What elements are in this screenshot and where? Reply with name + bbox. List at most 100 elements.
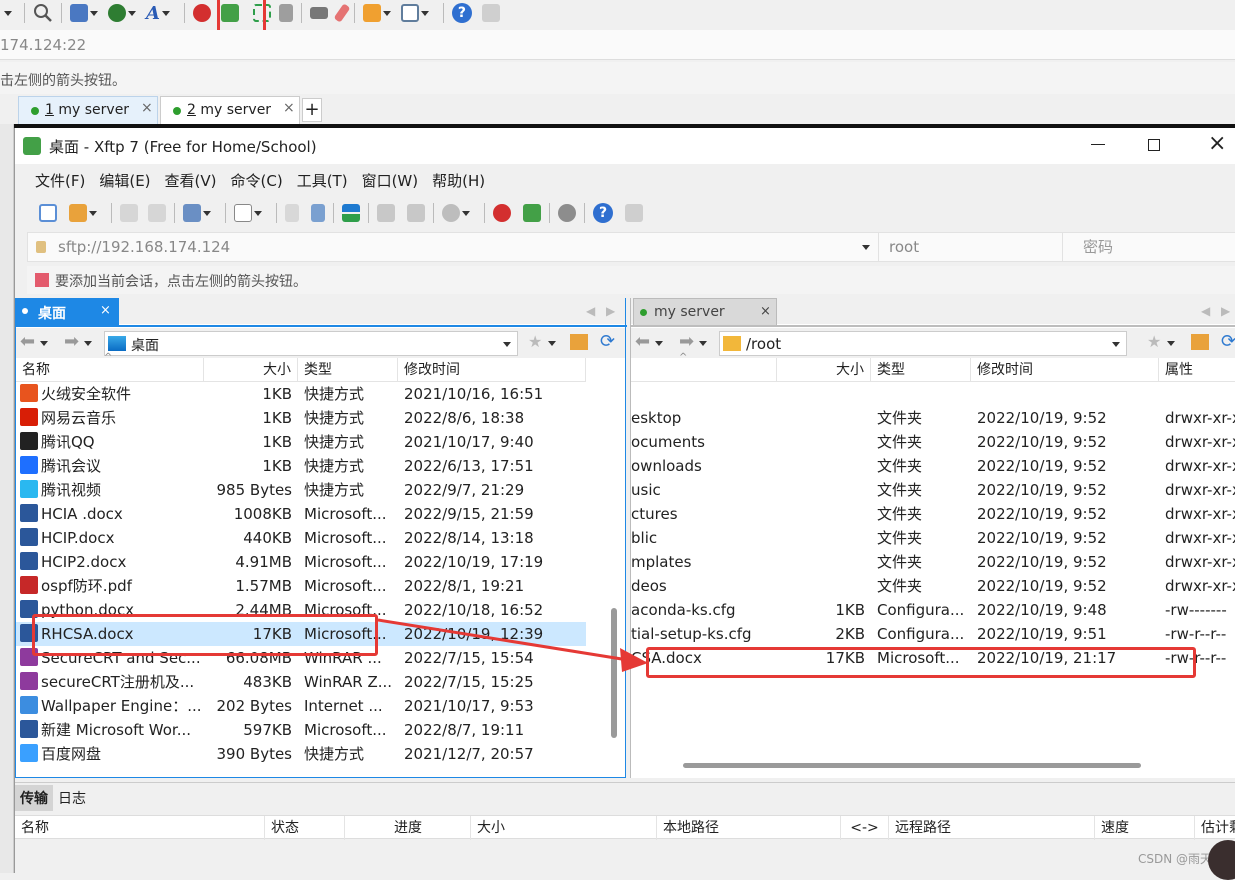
forward-icon[interactable]: ➡ (679, 331, 694, 352)
lock-button[interactable] (277, 0, 295, 26)
minimize-button[interactable] (1091, 144, 1105, 145)
table-row[interactable]: aconda-ks.cfg 1KB Configura... 2022/10/19, … (631, 598, 1235, 622)
col-speed[interactable]: 速度 (1095, 816, 1195, 840)
table-row[interactable]: deos 文件夹 2022/10/19, 9:52 drwxr-xr-x (631, 574, 1235, 598)
forward-icon[interactable]: ➡ (64, 331, 79, 352)
chevron-down-icon[interactable] (4, 10, 12, 16)
sync-button[interactable] (340, 200, 362, 226)
outer-tab-2[interactable]: 2 my server × (160, 96, 300, 124)
chevron-down-icon[interactable] (503, 342, 511, 347)
sftp-button[interactable] (68, 0, 106, 26)
username-input[interactable]: root (878, 233, 1062, 261)
new-session-button[interactable] (37, 200, 59, 226)
table-row[interactable]: HCIP2.docx 4.91MB Microsoft... 2022/10/19, … (16, 550, 586, 574)
star-icon[interactable]: ★ (528, 332, 542, 351)
chat-button[interactable] (480, 0, 502, 26)
outer-address-text[interactable]: 174.124:22 (0, 36, 86, 54)
col-size[interactable]: 大小 (204, 358, 298, 382)
star-icon[interactable]: ★ (1147, 332, 1161, 351)
col-local-path[interactable]: 本地路径 (657, 816, 841, 840)
duplicate-button[interactable] (405, 200, 427, 226)
table-row[interactable]: usic 文件夹 2022/10/19, 9:52 drwxr-xr-x (631, 478, 1235, 502)
table-row[interactable]: 腾讯QQ 1KB 快捷方式 2021/10/17, 9:40 (16, 430, 586, 454)
menu-window[interactable]: 窗口(W) (362, 170, 419, 191)
scroll-right-icon[interactable]: ▶ (1221, 304, 1230, 318)
bookmark-icon[interactable] (35, 273, 49, 287)
refresh-icon[interactable]: ⟳ (600, 331, 615, 352)
close-icon[interactable]: × (141, 100, 153, 116)
xshell-button[interactable] (491, 200, 513, 226)
home-icon[interactable] (1191, 334, 1209, 350)
chat-button[interactable] (623, 200, 645, 226)
col-remote-path[interactable]: 远程路径 (889, 816, 1095, 840)
table-row[interactable]: mplates 文件夹 2022/10/19, 9:52 drwxr-xr-x (631, 550, 1235, 574)
help-button[interactable]: ? (450, 0, 474, 26)
highlight-button[interactable] (333, 0, 351, 26)
password-input[interactable]: 密码 (1062, 233, 1235, 261)
refresh-icon[interactable]: ⟳ (1221, 331, 1235, 352)
table-row[interactable]: Wallpaper Engine：... 202 Bytes Internet ..… (16, 694, 586, 718)
col-type[interactable]: 类型 (871, 358, 971, 382)
import-button[interactable] (309, 200, 327, 226)
copy-button[interactable] (283, 200, 301, 226)
col-mtime[interactable]: 修改时间 (398, 358, 586, 382)
maximize-button[interactable] (1148, 139, 1160, 151)
col-status[interactable]: 状态 (265, 816, 345, 840)
table-row[interactable]: esktop 文件夹 2022/10/19, 9:52 drwxr-xr-x (631, 406, 1235, 430)
table-row[interactable]: 网易云音乐 1KB 快捷方式 2022/8/6, 18:38 (16, 406, 586, 430)
table-row[interactable]: 火绒安全软件 1KB 快捷方式 2021/10/16, 16:51 (16, 382, 586, 406)
table-row[interactable]: 百度网盘 390 Bytes 快捷方式 2021/12/7, 20:57 (16, 742, 586, 766)
home-icon[interactable] (570, 334, 588, 350)
table-row[interactable]: tial-setup-ks.cfg 2KB Configura... 2022/10/… (631, 622, 1235, 646)
table-row[interactable]: blic 文件夹 2022/10/19, 9:52 drwxr-xr-x (631, 526, 1235, 550)
table-row[interactable]: ocuments 文件夹 2022/10/19, 9:52 drwxr-xr-x (631, 430, 1235, 454)
left-path-input[interactable]: 桌面 (104, 331, 518, 356)
close-icon[interactable]: × (100, 303, 111, 318)
layout-button[interactable] (399, 0, 437, 26)
col-direction[interactable]: <-> (841, 816, 889, 840)
table-row[interactable]: ospf防环.pdf 1.57MB Microsoft... 2022/8/1, 19… (16, 574, 586, 598)
col-size[interactable]: 大小 (471, 816, 657, 840)
tab-transfer[interactable]: 传输 (15, 785, 53, 811)
table-row[interactable]: HCIA .docx 1008KB Microsoft... 2022/9/15, 2… (16, 502, 586, 526)
menu-edit[interactable]: 编辑(E) (99, 170, 150, 191)
col-type[interactable]: 类型 (298, 358, 398, 382)
xshell-button[interactable] (191, 0, 213, 26)
table-row[interactable]: 新建 Microsoft Wor... 597KB Microsoft... 2022… (16, 718, 586, 742)
right-hscrollbar[interactable] (631, 760, 1235, 770)
open-button[interactable] (67, 200, 105, 226)
menu-view[interactable]: 查看(V) (165, 170, 217, 191)
close-icon[interactable]: × (760, 304, 771, 319)
keyboard-button[interactable] (308, 0, 330, 26)
chevron-down-icon[interactable] (1112, 342, 1120, 347)
new-folder-button[interactable] (361, 0, 399, 26)
left-tab-desktop[interactable]: 桌面 × (16, 298, 119, 325)
outer-tab-1[interactable]: 1 my server × (18, 96, 158, 124)
xftp-button[interactable] (521, 200, 543, 226)
address-dropdown-icon[interactable] (862, 245, 870, 250)
col-name[interactable] (631, 358, 777, 382)
col-perm[interactable]: 属性 (1159, 358, 1235, 382)
status-button[interactable] (440, 200, 478, 226)
right-tab-server[interactable]: my server × (633, 298, 777, 325)
disconnect-button[interactable] (146, 200, 168, 226)
col-mtime[interactable]: 修改时间 (971, 358, 1159, 382)
scroll-left-icon[interactable]: ◀ (1201, 304, 1210, 318)
back-icon[interactable]: ⬅ (20, 331, 35, 352)
xftp-button[interactable] (219, 0, 241, 26)
table-row[interactable]: HCIP.docx 440KB Microsoft... 2022/8/14, 13:… (16, 526, 586, 550)
settings-button[interactable] (556, 200, 578, 226)
tab-log[interactable]: 日志 (53, 785, 91, 811)
col-name[interactable]: 名称 (15, 816, 265, 840)
scroll-right-icon[interactable]: ▶ (606, 304, 615, 318)
menu-help[interactable]: 帮助(H) (432, 170, 485, 191)
close-icon[interactable]: × (283, 100, 295, 116)
col-eta[interactable]: 估计剩 (1195, 816, 1235, 840)
menu-tools[interactable]: 工具(T) (297, 170, 348, 191)
left-vscrollbar[interactable] (610, 358, 618, 768)
table-row[interactable]: ctures 文件夹 2022/10/19, 9:52 drwxr-xr-x (631, 502, 1235, 526)
menu-file[interactable]: 文件(F) (35, 170, 85, 191)
fullscreen-button[interactable] (251, 0, 273, 26)
table-row[interactable]: 腾讯会议 1KB 快捷方式 2022/6/13, 17:51 (16, 454, 586, 478)
find-button[interactable] (31, 0, 55, 26)
